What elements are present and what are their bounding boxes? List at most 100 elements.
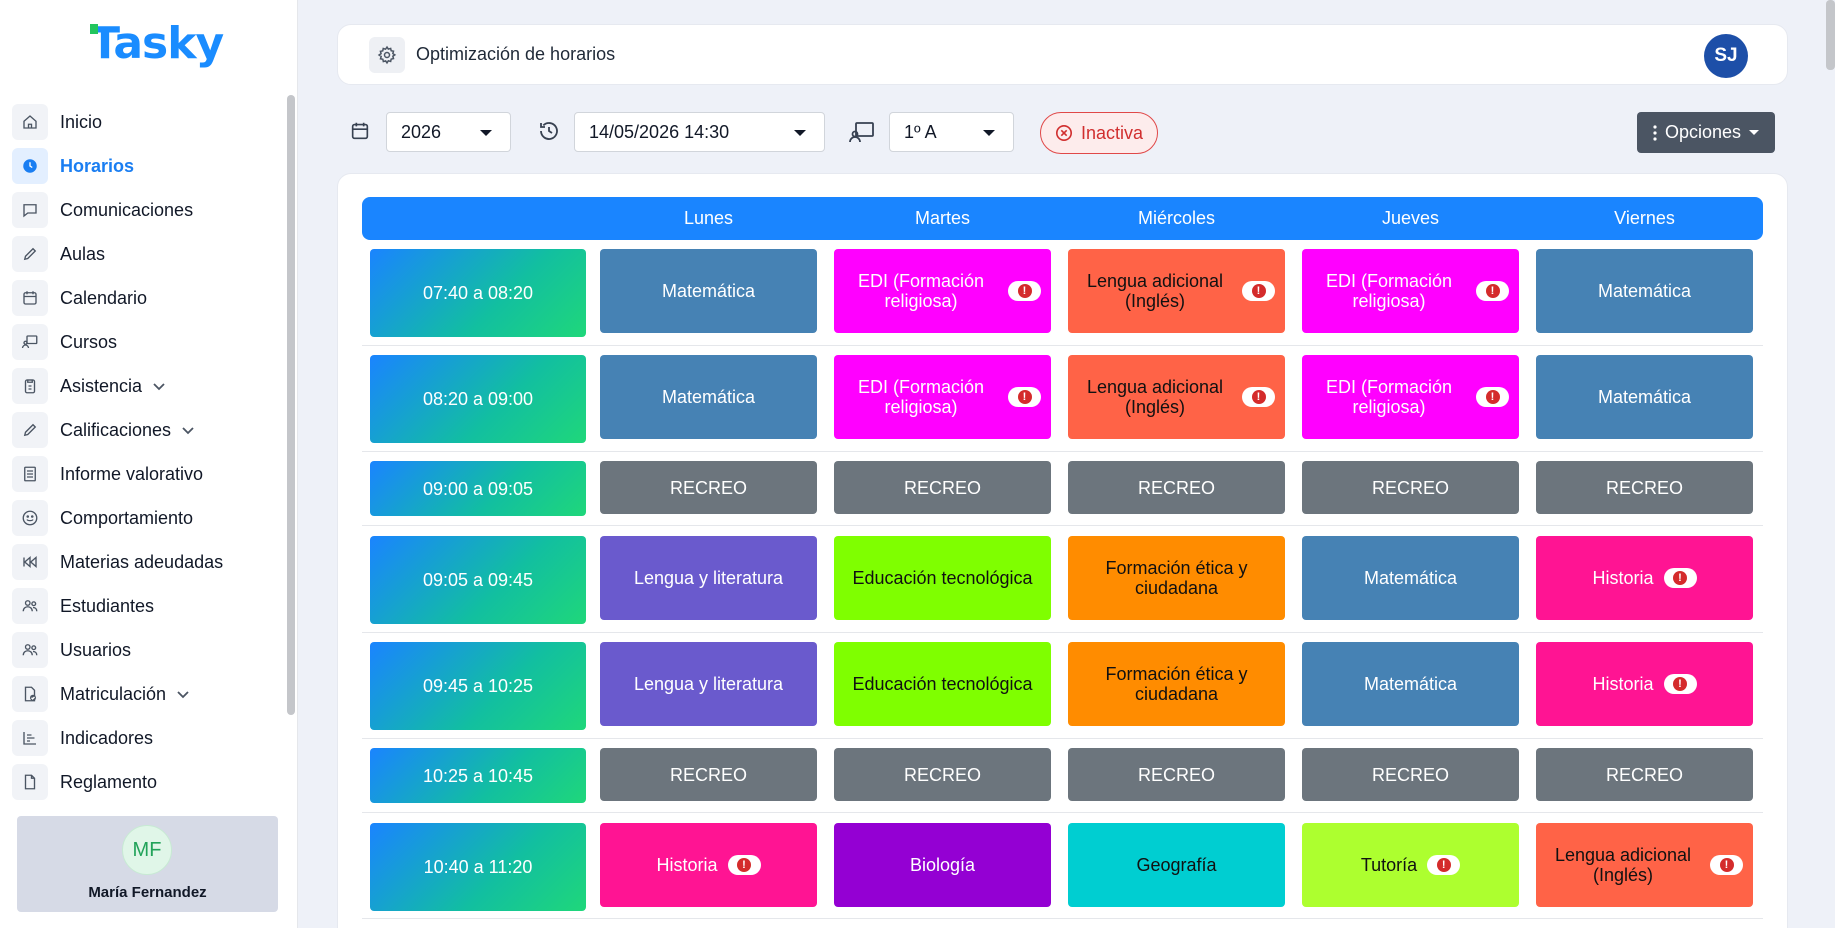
subject-label: Matemática [1363,568,1458,588]
schedule-cell[interactable]: Matemática [600,355,817,439]
tasky-logo[interactable]: Tasky [90,18,224,69]
time-slot-label: 07:40 a 08:20 [422,283,534,303]
chevron-down-icon[interactable] [176,687,190,701]
chevron-down-icon[interactable] [181,423,195,437]
sidebar-item-aulas[interactable]: Aulas [10,232,285,276]
sidebar-scrollbar[interactable] [287,95,295,715]
schedule-cell[interactable]: EDI (Formación religiosa)! [834,249,1051,333]
subject-label: EDI (Formación religiosa) [1325,377,1453,417]
schedule-cell[interactable]: Formación ética y ciudadana [1068,642,1285,726]
schedule-cell[interactable]: EDI (Formación religiosa)! [1302,355,1519,439]
schedule-cell[interactable]: Biología [834,823,1051,907]
page-scrollbar[interactable] [1826,0,1835,70]
sidebar-item-calendario[interactable]: Calendario [10,276,285,320]
warning-icon[interactable]: ! [1663,674,1697,694]
sidebar-item-asistencia[interactable]: Asistencia [10,364,285,408]
schedule-cell[interactable]: Educación tecnológica [834,536,1051,620]
schedule-cell[interactable]: RECREO [1302,461,1519,514]
course-select[interactable]: 1º A [889,112,1014,152]
page-header: Optimización de horarios SJ [337,24,1788,85]
schedule-cell[interactable]: RECREO [1302,748,1519,801]
schedule-cell[interactable]: Matemática [1536,249,1753,333]
schedule-cell[interactable]: RECREO [600,748,817,801]
schedule-cell[interactable]: Lengua y literatura [600,536,817,620]
sidebar-item-comportamiento[interactable]: Comportamiento [10,496,285,540]
sidebar-item-label: Inicio [60,111,103,132]
warning-icon[interactable]: ! [1710,855,1743,875]
schedule-cell[interactable]: RECREO [1536,461,1753,514]
schedule-cell[interactable]: Lengua y literatura [600,642,817,726]
warning-icon[interactable]: ! [727,855,761,875]
user-avatar-button[interactable]: SJ [1704,34,1748,78]
schedule-cell[interactable]: Geografía [1068,823,1285,907]
datetime-select[interactable]: 14/05/2026 14:30 [574,112,825,152]
subject-label: Biología [909,855,976,875]
schedule-cell[interactable]: Educación tecnológica [834,642,1051,726]
row-divider [362,451,1763,452]
schedule-cell[interactable]: Lengua adicional (Inglés)! [1068,355,1285,439]
schedule-cell[interactable]: RECREO [834,461,1051,514]
sidebar-item-matriculacion[interactable]: Matriculación [10,672,285,716]
subject-label: Lengua adicional (Inglés) [1086,377,1224,417]
warning-icon[interactable]: ! [1008,387,1041,407]
time-slot: 09:45 a 10:25 [370,642,586,730]
subject-label: Matemática [1363,674,1458,694]
file-check-icon [12,676,48,712]
subject-label: RECREO [1605,764,1683,785]
sidebar-item-indicadores[interactable]: Indicadores [10,716,285,760]
schedule-cell[interactable]: Historia! [1536,642,1753,726]
schedule-cell[interactable]: Matemática [600,249,817,333]
warning-icon[interactable]: ! [1008,281,1041,301]
bar-chart-icon [12,720,48,756]
schedule-cell[interactable]: EDI (Formación religiosa)! [1302,249,1519,333]
schedule-cell[interactable]: RECREO [600,461,817,514]
sidebar-item-horarios[interactable]: Horarios [10,144,285,188]
sidebar-item-comunicaciones[interactable]: Comunicaciones [10,188,285,232]
time-slot: 10:25 a 10:45 [370,748,586,803]
sidebar-item-label: Comunicaciones [60,199,194,220]
subject-label: Matemática [661,387,756,407]
schedule-cell[interactable]: RECREO [1068,748,1285,801]
gear-icon[interactable] [369,37,405,73]
schedule-cell[interactable]: Historia! [600,823,817,907]
warning-icon[interactable]: ! [1476,387,1509,407]
schedule-cell[interactable]: Lengua adicional (Inglés)! [1068,249,1285,333]
warning-icon[interactable]: ! [1242,387,1275,407]
schedule-cell[interactable]: Matemática [1536,355,1753,439]
schedule-cell[interactable]: RECREO [1068,461,1285,514]
avatar: MF [122,825,172,875]
chevron-down-icon[interactable] [152,379,166,393]
schedule-cell[interactable]: Tutoría! [1302,823,1519,907]
sidebar-item-usuarios[interactable]: Usuarios [10,628,285,672]
schedule-cell[interactable]: Lengua adicional (Inglés)! [1536,823,1753,907]
schedule-cell[interactable]: RECREO [834,748,1051,801]
sidebar-item-calificaciones[interactable]: Calificaciones [10,408,285,452]
warning-icon[interactable]: ! [1476,281,1509,301]
schedule-cell[interactable]: Formación ética y ciudadana [1068,536,1285,620]
user-card[interactable]: MF María Fernandez [17,816,278,912]
subject-label: RECREO [1137,477,1215,498]
sidebar-item-cursos[interactable]: Cursos [10,320,285,364]
sidebar-item-label: Calendario [60,287,148,308]
subject-label: RECREO [669,477,747,498]
schedule-cell[interactable]: Matemática [1302,642,1519,726]
sidebar-item-inicio[interactable]: Inicio [10,100,285,144]
warning-icon[interactable]: ! [1427,855,1461,875]
schedule-cell[interactable]: RECREO [1536,748,1753,801]
year-select[interactable]: 2026 [386,112,511,152]
subject-label: RECREO [903,477,981,498]
sidebar-item-informe-valorativo[interactable]: Informe valorativo [10,452,285,496]
time-slot-label: 09:00 a 09:05 [422,478,534,499]
options-button[interactable]: Opciones [1637,112,1775,153]
history-icon [537,119,563,145]
sidebar-item-reglamento[interactable]: Reglamento [10,760,285,804]
warning-icon[interactable]: ! [1242,281,1275,301]
sidebar-item-label: Usuarios [60,639,132,660]
schedule-cell[interactable]: Matemática [1302,536,1519,620]
sidebar-item-estudiantes[interactable]: Estudiantes [10,584,285,628]
sidebar-item-materias-adeudadas[interactable]: Materias adeudadas [10,540,285,584]
warning-icon[interactable]: ! [1663,568,1697,588]
schedule-cell[interactable]: EDI (Formación religiosa)! [834,355,1051,439]
rewind-icon [12,544,48,580]
schedule-cell[interactable]: Historia! [1536,536,1753,620]
